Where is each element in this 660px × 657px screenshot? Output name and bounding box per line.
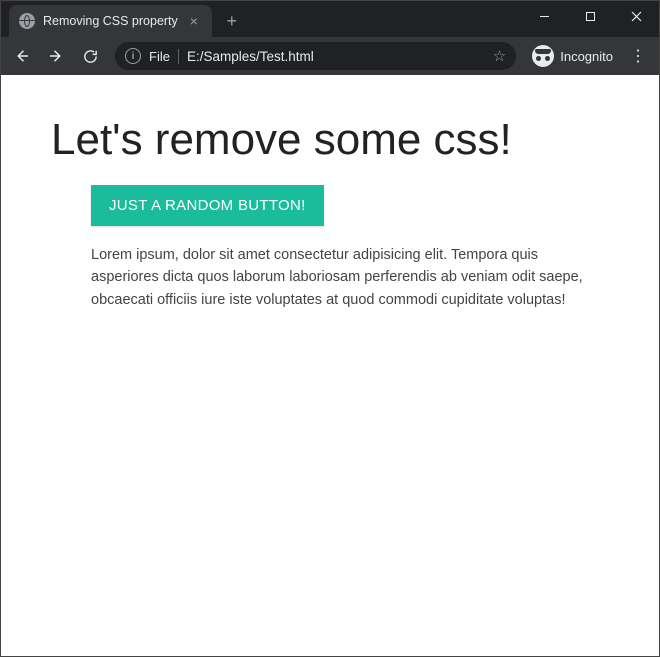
random-button[interactable]: JUST A RANDOM BUTTON! xyxy=(91,185,324,226)
url-scheme: File xyxy=(149,49,179,64)
close-tab-icon[interactable]: × xyxy=(186,13,202,29)
incognito-indicator[interactable]: Incognito xyxy=(526,45,619,67)
minimize-button[interactable] xyxy=(521,1,567,31)
browser-window: Removing CSS property × + i Fil xyxy=(0,0,660,657)
menu-button[interactable]: ⋮ xyxy=(623,41,653,71)
back-button[interactable] xyxy=(7,41,37,71)
close-window-button[interactable] xyxy=(613,1,659,31)
page-viewport: Let's remove some css! JUST A RANDOM BUT… xyxy=(1,75,659,656)
toolbar: i File E:/Samples/Test.html ☆ Incognito … xyxy=(1,37,659,75)
globe-icon xyxy=(19,13,35,29)
page-content: Let's remove some css! JUST A RANDOM BUT… xyxy=(1,75,659,331)
incognito-icon xyxy=(532,45,554,67)
new-tab-button[interactable]: + xyxy=(218,7,246,35)
url-text: E:/Samples/Test.html xyxy=(187,49,485,64)
window-controls xyxy=(521,1,659,31)
incognito-label: Incognito xyxy=(560,49,613,64)
address-bar[interactable]: i File E:/Samples/Test.html ☆ xyxy=(115,42,516,70)
maximize-button[interactable] xyxy=(567,1,613,31)
reload-button[interactable] xyxy=(75,41,105,71)
forward-button[interactable] xyxy=(41,41,71,71)
titlebar: Removing CSS property × + xyxy=(1,1,659,37)
site-info-icon[interactable]: i xyxy=(125,48,141,64)
browser-tab[interactable]: Removing CSS property × xyxy=(9,5,212,37)
tab-title: Removing CSS property xyxy=(43,14,178,28)
lorem-paragraph: Lorem ipsum, dolor sit amet consectetur … xyxy=(91,244,609,311)
page-heading: Let's remove some css! xyxy=(51,115,609,165)
content-inner: JUST A RANDOM BUTTON! Lorem ipsum, dolor… xyxy=(51,185,609,311)
bookmark-star-icon[interactable]: ☆ xyxy=(493,47,506,65)
